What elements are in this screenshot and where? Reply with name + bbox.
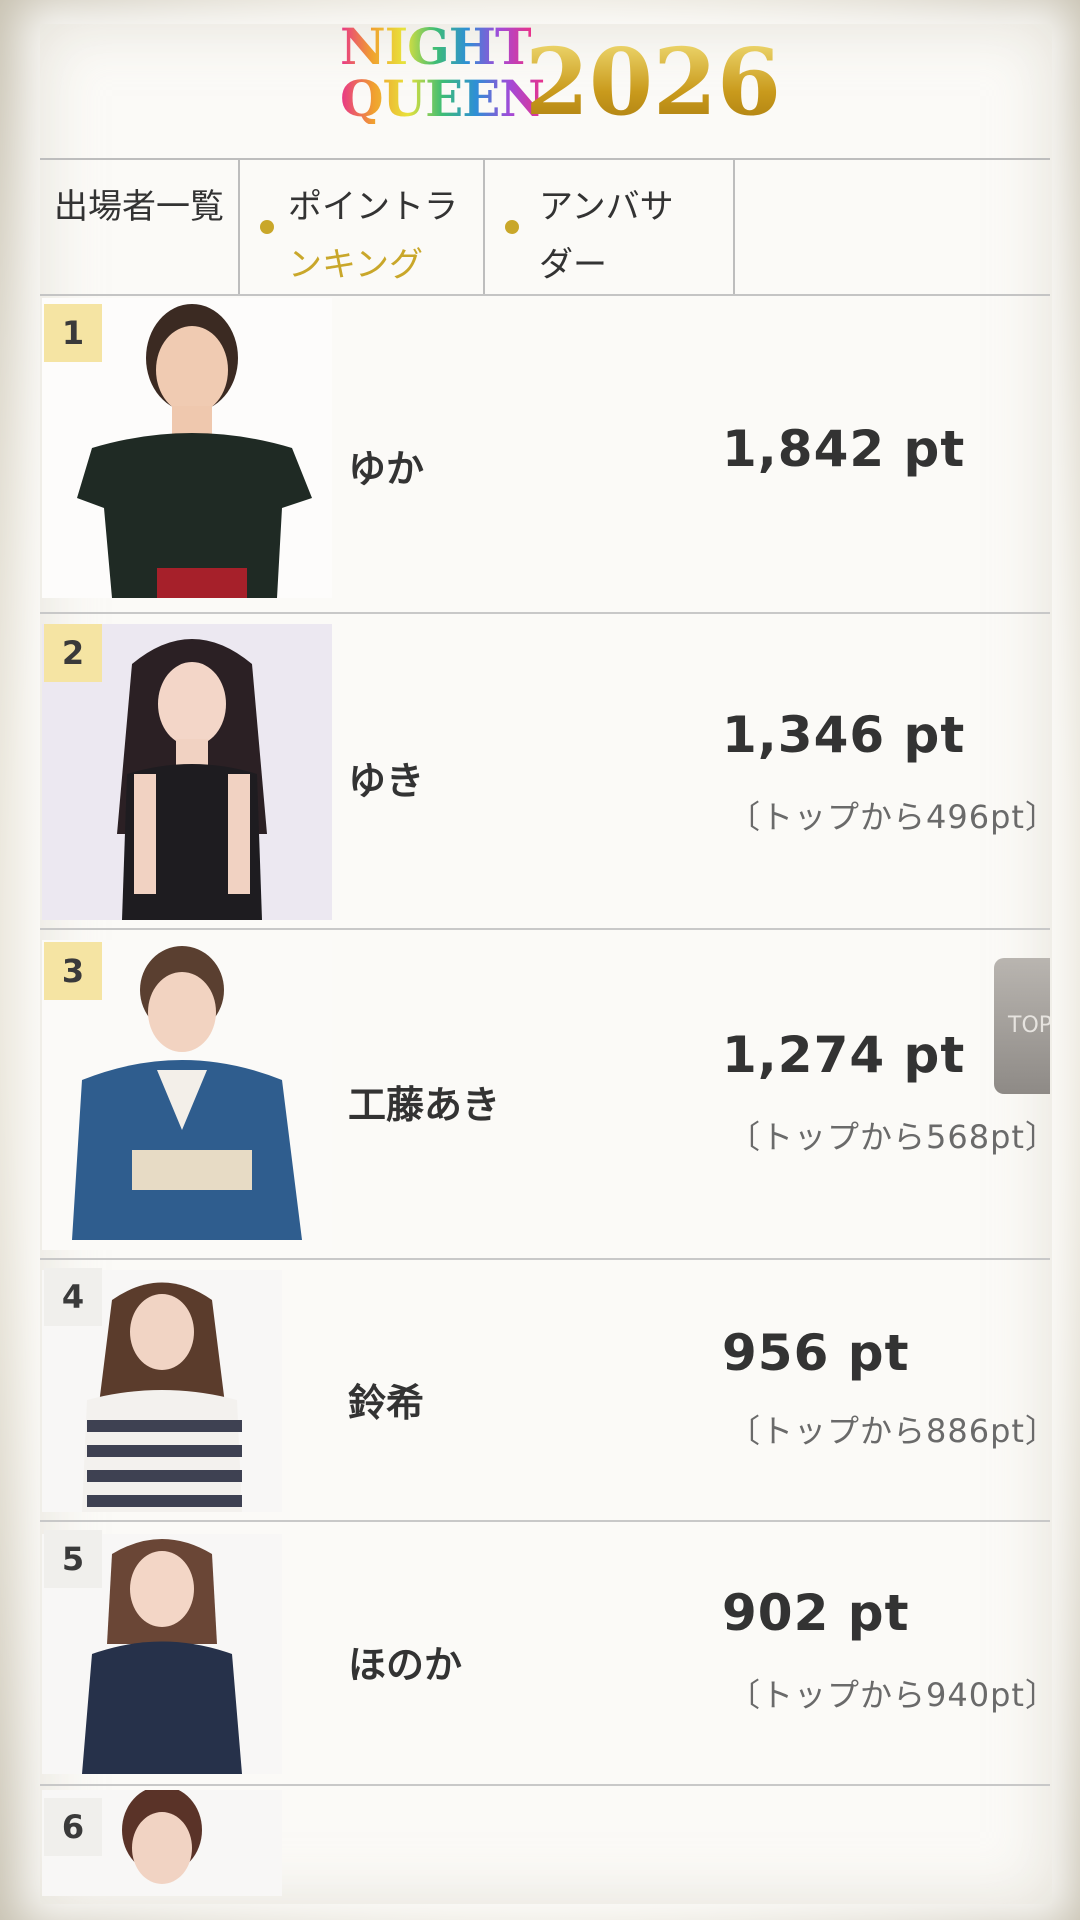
tab-point-ranking[interactable]: ポイントラ ンキング	[238, 160, 485, 294]
ranking-row[interactable]: 2 ゆき 1,346 pt 〔トップから496pt〕	[40, 614, 1058, 930]
bullet-dot-icon	[505, 220, 519, 234]
tab-ambassador-label: アンバサ ダー	[539, 178, 719, 294]
logo-line-1: NIGHT	[340, 17, 532, 76]
contestant-name: ゆき	[348, 759, 425, 803]
ranking-row[interactable]: 1 ゆか 1,842 pt	[40, 298, 1050, 614]
tab-contestants[interactable]: 出場者一覧	[40, 160, 240, 294]
contestant-name: 鈴希	[348, 1381, 425, 1425]
contestant-points: 1,842 pt	[722, 420, 966, 478]
bullet-dot-icon	[260, 220, 274, 234]
ranking-row[interactable]: 6	[40, 1786, 1050, 1896]
points-from-top: 〔トップから940pt〕	[728, 1676, 1058, 1714]
rank-badge: 4	[44, 1268, 102, 1326]
rank-badge: 3	[44, 942, 102, 1000]
ranking-row[interactable]: 5 ほのか 902 pt 〔トップから940pt〕	[40, 1522, 1058, 1786]
night-queen-logo[interactable]: NIGHT QUEEN 2026	[340, 17, 781, 152]
contestant-name: 工藤あき	[348, 1083, 501, 1127]
ranking-row[interactable]: 4 鈴希 956 pt 〔トップから886pt〕	[40, 1260, 1058, 1522]
tab-point-ranking-label-line2: ンキング	[288, 245, 423, 285]
contestant-points: 902 pt	[722, 1584, 910, 1642]
logo-year: 2026	[525, 28, 782, 136]
logo-line-2: QUEEN	[340, 69, 545, 128]
contestant-name: ほのか	[348, 1643, 463, 1687]
points-from-top: 〔トップから496pt〕	[728, 798, 1058, 836]
points-from-top: 〔トップから886pt〕	[728, 1412, 1058, 1450]
contestant-points: 956 pt	[722, 1324, 910, 1382]
rank-badge: 5	[44, 1530, 102, 1588]
tab-bar-divider	[40, 294, 1050, 296]
rank-badge: 1	[44, 304, 102, 362]
back-to-top-button[interactable]: TOP	[994, 958, 1050, 1094]
tab-ambassador-label-line2: ダー	[539, 245, 607, 285]
contestant-points: 1,346 pt	[722, 706, 966, 764]
rank-badge: 6	[44, 1798, 102, 1856]
contestant-points: 1,274 pt	[722, 1026, 966, 1084]
tab-point-ranking-label: ポイントラ ンキング	[288, 178, 468, 294]
ranking-row[interactable]: 3 工藤あき 1,274 pt 〔トップから568pt〕	[40, 930, 1058, 1260]
tab-bar: 出場者一覧 ポイントラ ンキング アンバサ ダー	[40, 158, 1050, 296]
tab-ambassador-label-line1: アンバサ	[539, 187, 674, 227]
contestant-name: ゆか	[348, 447, 425, 491]
points-from-top: 〔トップから568pt〕	[728, 1118, 1058, 1156]
rank-badge: 2	[44, 624, 102, 682]
tab-contestants-label: 出場者一覧	[54, 187, 224, 227]
tab-point-ranking-label-line1: ポイントラ	[288, 187, 458, 227]
tab-ambassador[interactable]: アンバサ ダー	[483, 160, 735, 294]
